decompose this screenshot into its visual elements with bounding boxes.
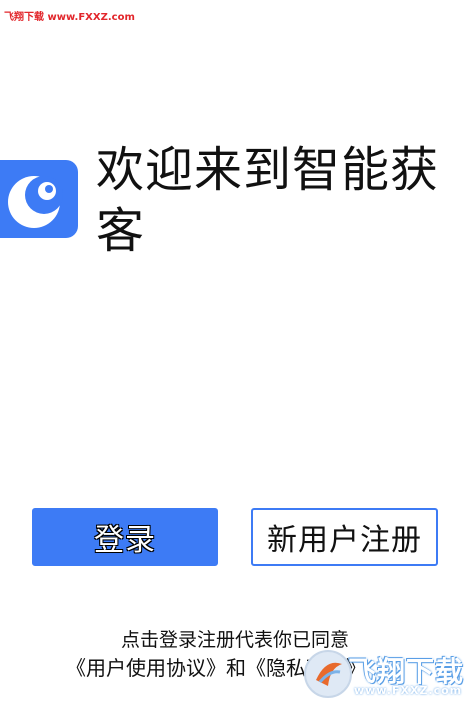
watermark-top-text: 飞翔下载 www.FXXZ.com <box>4 12 135 23</box>
register-button[interactable]: 新用户注册 <box>251 508 438 566</box>
user-agreement-link[interactable]: 《用户使用协议》 <box>66 656 226 680</box>
app-logo-icon <box>0 160 78 238</box>
conjunction-text: 和 <box>226 656 246 680</box>
welcome-title: 欢迎来到智能获客 <box>96 142 440 259</box>
login-button[interactable]: 登录 <box>32 508 218 566</box>
watermark-site-url: www.FXXZ.com <box>354 684 463 697</box>
watermark-logo: 飞翔下载 www.FXXZ.com <box>300 646 465 702</box>
